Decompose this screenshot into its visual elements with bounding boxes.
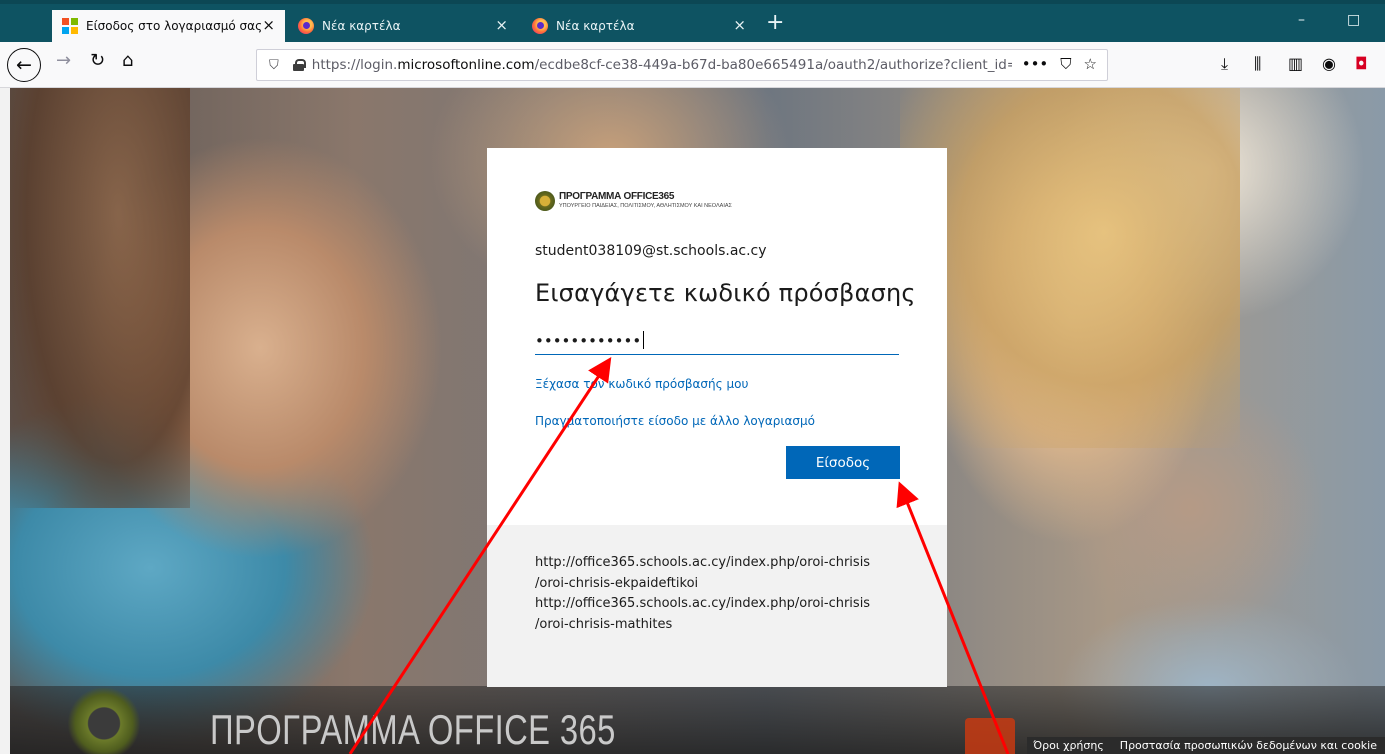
close-tab-icon[interactable]: × <box>262 17 275 33</box>
ministry-emblem-logo <box>68 686 140 754</box>
org-subtitle: ΥΠΟΥΡΓΕΙΟ ΠΑΙΔΕΙΑΣ, ΠΟΛΙΤΙΣΜΟΥ, ΑΘΛΗΤΙΣΜ… <box>559 203 732 209</box>
terms-text: http://office365.schools.ac.cy/index.php… <box>535 553 915 635</box>
close-tab-icon[interactable]: × <box>733 17 746 33</box>
lock-icon[interactable] <box>292 59 306 71</box>
forward-button[interactable]: → <box>56 50 71 71</box>
terms-box: http://office365.schools.ac.cy/index.php… <box>487 525 947 687</box>
firefox-icon <box>532 18 548 34</box>
tab-label: Νέα καρτέλα <box>556 19 635 33</box>
tab-new-2[interactable]: Νέα καρτέλα × <box>522 10 756 42</box>
background-photo-detail <box>900 88 1240 448</box>
tab-strip-border <box>0 0 1385 4</box>
password-value[interactable]: •••••••••••• <box>535 331 645 350</box>
extension-icon[interactable]: ◘ <box>1355 54 1368 73</box>
page-title: Εισαγάγετε κωδικό πρόσβασης <box>535 279 916 307</box>
forgot-password-link[interactable]: Ξέχασα τον κωδικό πρόσβασής μου <box>535 377 748 391</box>
page-left-edge <box>0 88 10 754</box>
close-tab-icon[interactable]: × <box>495 17 508 33</box>
other-account-link[interactable]: Πραγματοποιήστε είσοδο με άλλο λογαριασμ… <box>535 414 815 428</box>
minimize-button[interactable]: – <box>1298 12 1305 28</box>
tracking-protection-icon[interactable]: ⛉ <box>269 58 279 73</box>
url-text[interactable]: https://login.microsoftonline.com/ecdbe8… <box>312 57 1012 73</box>
coat-of-arms-icon <box>535 191 555 211</box>
tab-new-1[interactable]: Νέα καρτέλα × <box>288 10 518 42</box>
terms-link[interactable]: Όροι χρήσης <box>1033 739 1104 752</box>
privacy-cookies-link[interactable]: Προστασία προσωπικών δεδομένων και cooki… <box>1120 739 1377 752</box>
text-caret <box>643 331 645 349</box>
background-photo-detail <box>10 88 190 508</box>
org-name: ΠΡΟΓΡΑΜΜΑ OFFICE365 <box>559 191 675 202</box>
tab-strip: Είσοδος στο λογαριασμό σας × Νέα καρτέλα… <box>0 0 1385 42</box>
downloads-icon[interactable]: ⤓ <box>1221 54 1228 74</box>
terms-line: /oroi-chrisis-mathites <box>535 616 673 632</box>
office-logo <box>965 718 1015 754</box>
organization-logo: ΠΡΟΓΡΑΜΜΑ OFFICE365 ΥΠΟΥΡΓΕΙΟ ΠΑΙΔΕΙΑΣ, … <box>535 191 732 211</box>
background-title: ΠΡΟΓΡΑΜΜΑ OFFICE 365 <box>210 706 616 753</box>
tab-label: Είσοδος στο λογαριασμό σας <box>86 19 263 33</box>
tab-sign-in[interactable]: Είσοδος στο λογαριασμό σας × <box>52 10 285 42</box>
account-username: student038109@st.schools.ac.cy <box>535 243 767 259</box>
bookmark-star-icon[interactable]: ☆ <box>1084 55 1097 73</box>
sign-in-card: ΠΡΟΓΡΑΜΜΑ OFFICE365 ΥΠΟΥΡΓΕΙΟ ΠΑΙΔΕΙΑΣ, … <box>487 148 947 525</box>
page-actions-icon[interactable]: ••• <box>1022 55 1049 73</box>
microsoft-icon <box>62 18 78 34</box>
terms-line: /oroi-chrisis-ekpaideftikoi <box>535 575 699 591</box>
sign-in-button[interactable]: Είσοδος <box>786 446 900 479</box>
terms-line: http://office365.schools.ac.cy/index.php… <box>535 555 871 570</box>
new-tab-button[interactable]: + <box>766 10 784 36</box>
page-viewport: ΠΡΟΓΡΑΜΜΑ OFFICE 365 Όροι χρήσης Προστασ… <box>0 88 1385 754</box>
navigation-bar: ← → ↻ ⌂ ⛉ https://login.microsoftonline.… <box>0 42 1385 88</box>
reload-button[interactable]: ↻ <box>90 50 105 71</box>
back-button[interactable]: ← <box>7 48 41 82</box>
home-button[interactable]: ⌂ <box>122 50 133 71</box>
tab-label: Νέα καρτέλα <box>322 19 401 33</box>
terms-line: http://office365.schools.ac.cy/index.php… <box>535 596 871 611</box>
pocket-icon[interactable]: ⛉ <box>1060 55 1071 73</box>
maximize-button[interactable]: □ <box>1347 12 1360 28</box>
account-icon[interactable]: ◉ <box>1322 54 1336 73</box>
address-bar[interactable]: ⛉ https://login.microsoftonline.com/ecdb… <box>256 49 1108 81</box>
url-actions: ••• ⛉ ☆ <box>1022 55 1097 73</box>
library-icon[interactable]: ⫼ <box>1254 54 1261 74</box>
firefox-icon <box>298 18 314 34</box>
footer-links: Όροι χρήσης Προστασία προσωπικών δεδομέν… <box>1027 737 1385 754</box>
sidebar-icon[interactable]: ▥ <box>1288 54 1303 73</box>
